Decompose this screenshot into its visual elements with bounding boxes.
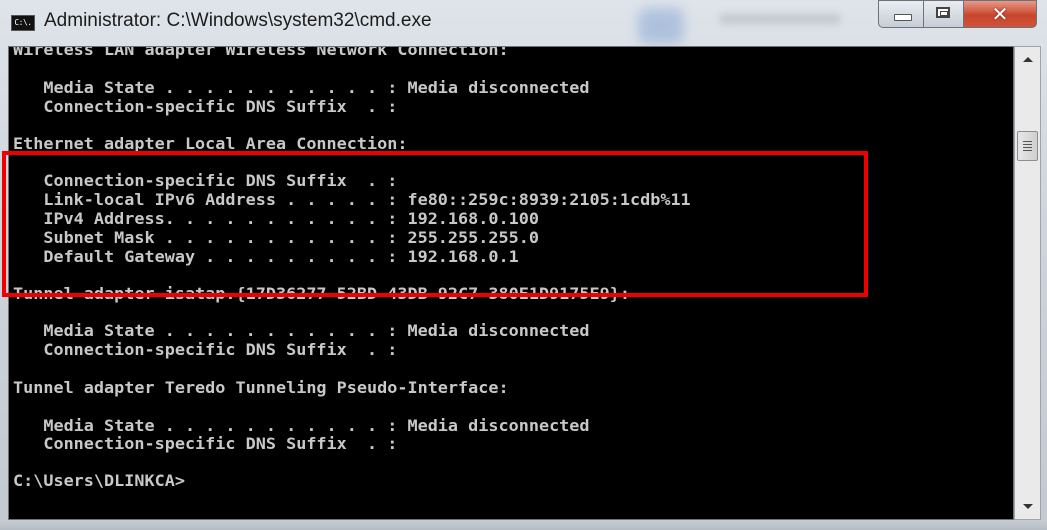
- grip-line: [1023, 150, 1032, 151]
- maximize-icon: [936, 7, 950, 18]
- console-line: Connection-specific DNS Suffix . :: [13, 340, 398, 359]
- console-line: Connection-specific DNS Suffix . :: [13, 434, 398, 453]
- console-line: Default Gateway . . . . . . . . . : 192.…: [13, 247, 519, 266]
- minimize-icon: [894, 14, 912, 21]
- console-line: IPv4 Address. . . . . . . . . . . : 192.…: [13, 209, 539, 228]
- grip-line: [1023, 141, 1032, 142]
- grip-line: [1023, 147, 1032, 148]
- background-window-title: [720, 14, 840, 24]
- console-line: Subnet Mask . . . . . . . . . . . : 255.…: [13, 228, 539, 247]
- minimize-button[interactable]: [878, 0, 924, 28]
- console-line: Connection-specific DNS Suffix . :: [13, 171, 398, 190]
- adapter-heading: Wireless LAN adapter Wireless Network Co…: [13, 46, 509, 59]
- close-button[interactable]: ✕: [964, 0, 1037, 28]
- scrollbar-thumb[interactable]: [1017, 131, 1038, 161]
- cmd-window: C:\. Administrator: C:\Windows\system32\…: [0, 0, 1047, 530]
- console-line: Media State . . . . . . . . . . . : Medi…: [13, 78, 590, 97]
- cmd-icon: C:\.: [11, 15, 35, 31]
- adapter-heading: Tunnel adapter isatap.{17D36277-52BD-43D…: [13, 284, 630, 303]
- console-line: Media State . . . . . . . . . . . : Medi…: [13, 321, 590, 340]
- command-prompt: C:\Users\DLINKCA>: [13, 471, 185, 490]
- adapter-heading: Ethernet adapter Local Area Connection:: [13, 134, 408, 153]
- console-line: Connection-specific DNS Suffix . :: [13, 97, 398, 116]
- scroll-down-arrow-icon[interactable]: [1023, 504, 1033, 509]
- console-line: Media State . . . . . . . . . . . : Medi…: [13, 416, 590, 435]
- maximize-button[interactable]: [924, 0, 964, 28]
- close-icon: ✕: [991, 2, 1009, 26]
- vertical-scrollbar[interactable]: [1014, 46, 1041, 520]
- window-bottom-border: [0, 520, 1047, 530]
- adapter-heading: Tunnel adapter Teredo Tunneling Pseudo-I…: [13, 378, 509, 397]
- title-bar[interactable]: C:\. Administrator: C:\Windows\system32\…: [0, 0, 1047, 44]
- window-title: Administrator: C:\Windows\system32\cmd.e…: [44, 10, 432, 31]
- background-window-icon: [638, 8, 684, 44]
- console-output[interactable]: Wireless LAN adapter Wireless Network Co…: [8, 46, 1014, 520]
- grip-line: [1023, 144, 1032, 145]
- scroll-up-arrow-icon[interactable]: [1023, 57, 1033, 62]
- console-line: Link-local IPv6 Address . . . . . : fe80…: [13, 190, 691, 209]
